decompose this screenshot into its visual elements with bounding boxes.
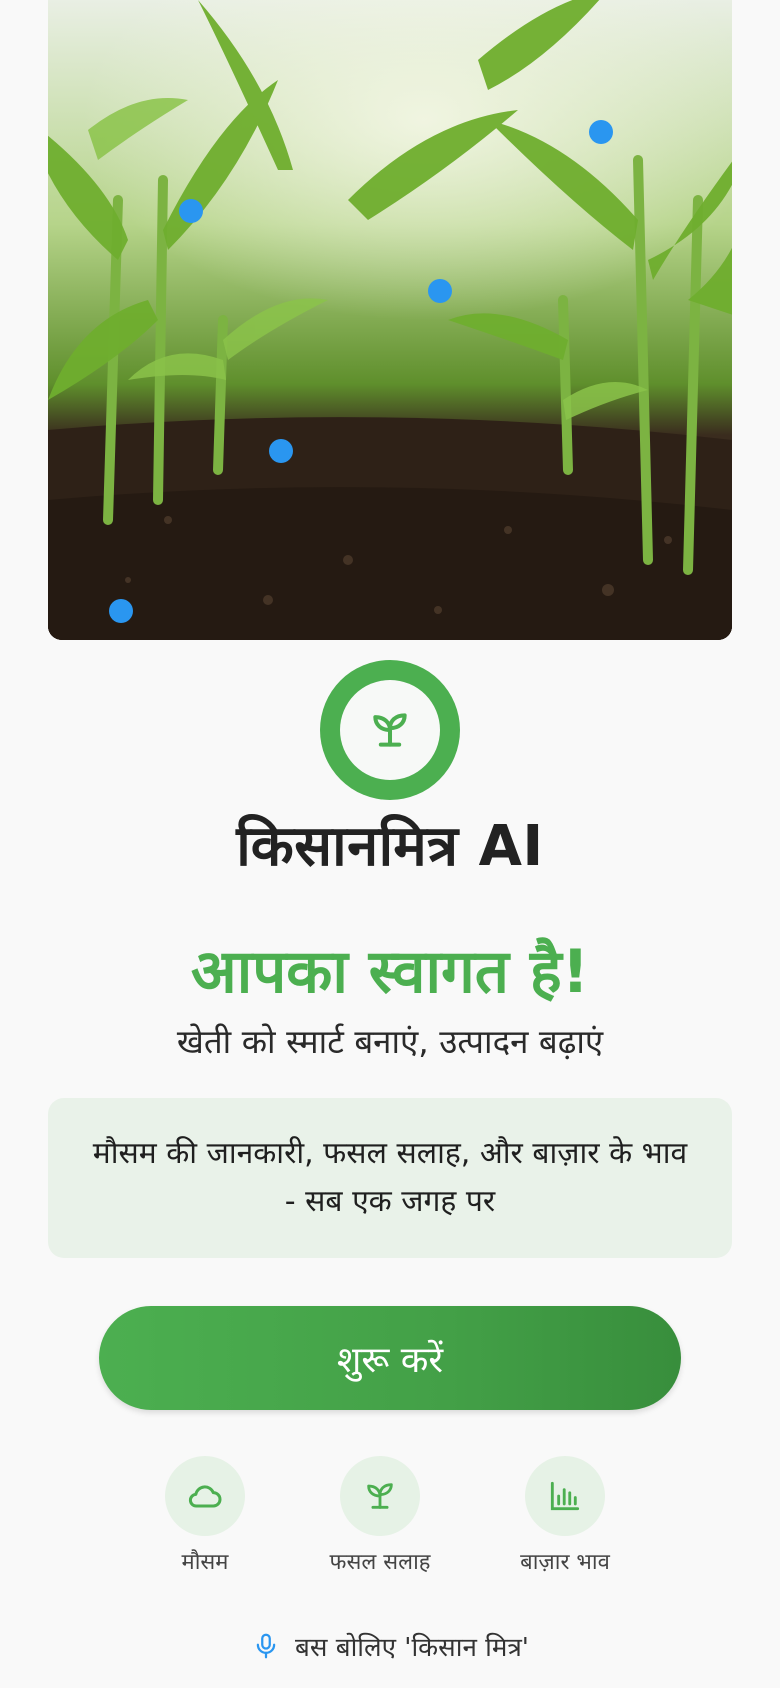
sprout-icon bbox=[367, 1483, 393, 1509]
feature-weather[interactable]: मौसम bbox=[120, 1456, 290, 1576]
voice-hint[interactable]: बस बोलिए 'किसान मित्र' bbox=[0, 1626, 780, 1666]
cloud-icon bbox=[188, 1485, 222, 1508]
app-logo bbox=[320, 660, 460, 800]
welcome-screen: किसानमित्र AI आपका स्वागत है! खेती को स्… bbox=[0, 0, 780, 1688]
sprout-icon bbox=[373, 713, 407, 747]
info-card: मौसम की जानकारी, फसल सलाह, और बाज़ार के … bbox=[48, 1098, 732, 1258]
info-line-1: मौसम की जानकारी, फसल सलाह, और बाज़ार के … bbox=[92, 1136, 688, 1171]
corn-field-illustration bbox=[48, 0, 732, 640]
microphone-icon bbox=[256, 1633, 276, 1659]
marker-dot bbox=[109, 599, 133, 623]
welcome-heading: आपका स्वागत है! bbox=[190, 937, 590, 1007]
info-line-2: - सब एक जगह पर bbox=[284, 1184, 496, 1219]
feature-label: मौसम bbox=[181, 1550, 229, 1575]
feature-shortcuts: मौसम फसल सलाह बाज़ार भाव bbox=[0, 1456, 780, 1576]
feature-label: बाज़ार भाव bbox=[520, 1550, 610, 1575]
voice-hint-text: बस बोलिए 'किसान मित्र' bbox=[295, 1633, 529, 1663]
bar-chart-icon bbox=[550, 1481, 580, 1511]
welcome-subtitle: खेती को स्मार्ट बनाएं, उत्पादन बढ़ाएं bbox=[176, 1022, 604, 1061]
marker-dot bbox=[269, 439, 293, 463]
marker-dot bbox=[428, 279, 452, 303]
marker-dot bbox=[589, 120, 613, 144]
hero-image bbox=[48, 0, 732, 640]
feature-market-price[interactable]: बाज़ार भाव bbox=[480, 1456, 650, 1576]
app-title: किसानमित्र AI bbox=[236, 814, 544, 879]
feature-label: फसल सलाह bbox=[329, 1550, 431, 1575]
marker-dot bbox=[179, 199, 203, 223]
start-button[interactable]: शुरू करें bbox=[99, 1306, 681, 1410]
feature-crop-advice[interactable]: फसल सलाह bbox=[295, 1456, 465, 1576]
